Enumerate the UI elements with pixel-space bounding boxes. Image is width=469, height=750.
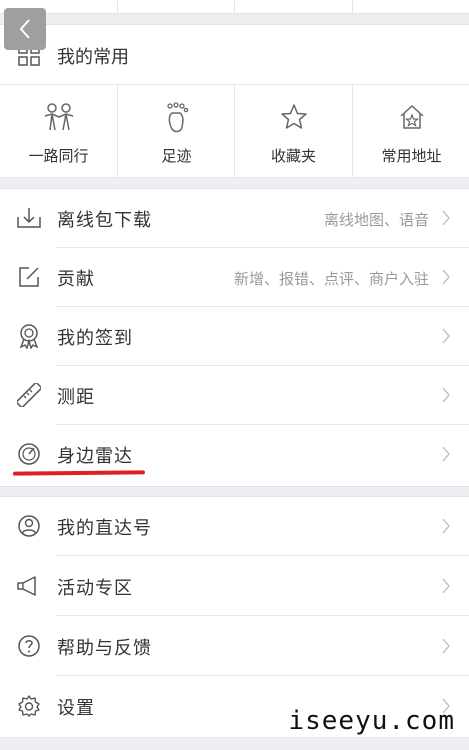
menu-item-direct-account[interactable]: 我的直达号 [0, 497, 469, 556]
favorites-row: 一路同行 足迹 收藏夹 常用地址 [0, 84, 469, 178]
radar-icon [16, 441, 42, 467]
menu-item-checkin[interactable]: 我的签到 [0, 307, 469, 366]
favorites-header: 我的常用 [0, 25, 469, 84]
favorites-card: 我的常用 一路同行 足迹 收藏夹 常用地址 [0, 24, 469, 178]
chevron-left-icon [19, 19, 30, 39]
menu-card-1: 离线包下载 离线地图、语音 贡献 新增、报错、点评、商户入驻 我的签到 测距 身… [0, 188, 469, 487]
menu-item-label: 贡献 [57, 269, 95, 290]
fav-item-favorites[interactable]: 收藏夹 [235, 85, 352, 178]
menu-item-label: 身边雷达 [57, 446, 133, 467]
divider [234, 0, 235, 13]
medal-icon [16, 323, 42, 349]
menu-item-label: 我的直达号 [57, 518, 152, 539]
chevron-right-icon [441, 577, 451, 599]
menu-item-label: 测距 [57, 387, 95, 408]
footprint-icon [164, 102, 190, 138]
fav-item-label: 收藏夹 [270, 147, 316, 165]
ruler-icon [16, 382, 42, 408]
people-together-icon [42, 102, 76, 136]
menu-item-contribute[interactable]: 贡献 新增、报错、点评、商户入驻 [0, 248, 469, 307]
help-circle-icon [16, 633, 42, 659]
chevron-right-icon [441, 517, 451, 539]
menu-item-subtext: 离线地图、语音 [323, 211, 429, 229]
chevron-right-icon [441, 386, 451, 408]
fav-item-label: 常用地址 [381, 147, 442, 165]
menu-item-label: 设置 [57, 698, 95, 719]
divider [57, 615, 469, 616]
menu-item-events[interactable]: 活动专区 [0, 557, 469, 616]
favorites-title: 我的常用 [57, 47, 129, 68]
menu-item-label: 活动专区 [57, 578, 133, 599]
chevron-right-icon [441, 637, 451, 659]
fav-item-footprint[interactable]: 足迹 [118, 85, 235, 178]
menu-item-measure[interactable]: 测距 [0, 366, 469, 425]
user-circle-icon [16, 513, 42, 539]
menu-item-radar[interactable]: 身边雷达 [0, 425, 469, 484]
chevron-right-icon [441, 209, 451, 231]
gear-icon [16, 693, 42, 719]
fav-item-address[interactable]: 常用地址 [353, 85, 469, 178]
menu-item-label: 帮助与反馈 [57, 638, 152, 659]
menu-item-help[interactable]: 帮助与反馈 [0, 617, 469, 676]
menu-item-label: 我的签到 [57, 328, 133, 349]
menu-item-subtext: 新增、报错、点评、商户入驻 [233, 270, 429, 288]
fav-item-together[interactable]: 一路同行 [0, 85, 117, 178]
megaphone-icon [16, 573, 42, 599]
divider [352, 0, 353, 13]
fav-item-label: 足迹 [161, 147, 192, 165]
home-star-icon [397, 102, 427, 136]
menu-card-2: 我的直达号 活动专区 帮助与反馈 设置 [0, 496, 469, 738]
chevron-right-icon [441, 327, 451, 349]
download-tray-icon [16, 205, 42, 231]
top-strip [0, 0, 469, 14]
star-icon [279, 102, 309, 136]
chevron-right-icon [441, 445, 451, 467]
fav-item-label: 一路同行 [28, 147, 89, 165]
divider [117, 0, 118, 13]
menu-item-offline-download[interactable]: 离线包下载 离线地图、语音 [0, 189, 469, 248]
chevron-right-icon [441, 268, 451, 290]
back-button[interactable] [4, 8, 46, 50]
menu-item-label: 离线包下载 [57, 210, 152, 231]
watermark: iseeyu.com [288, 706, 455, 736]
divider [57, 675, 469, 676]
divider [57, 555, 469, 556]
edit-icon [16, 264, 42, 290]
